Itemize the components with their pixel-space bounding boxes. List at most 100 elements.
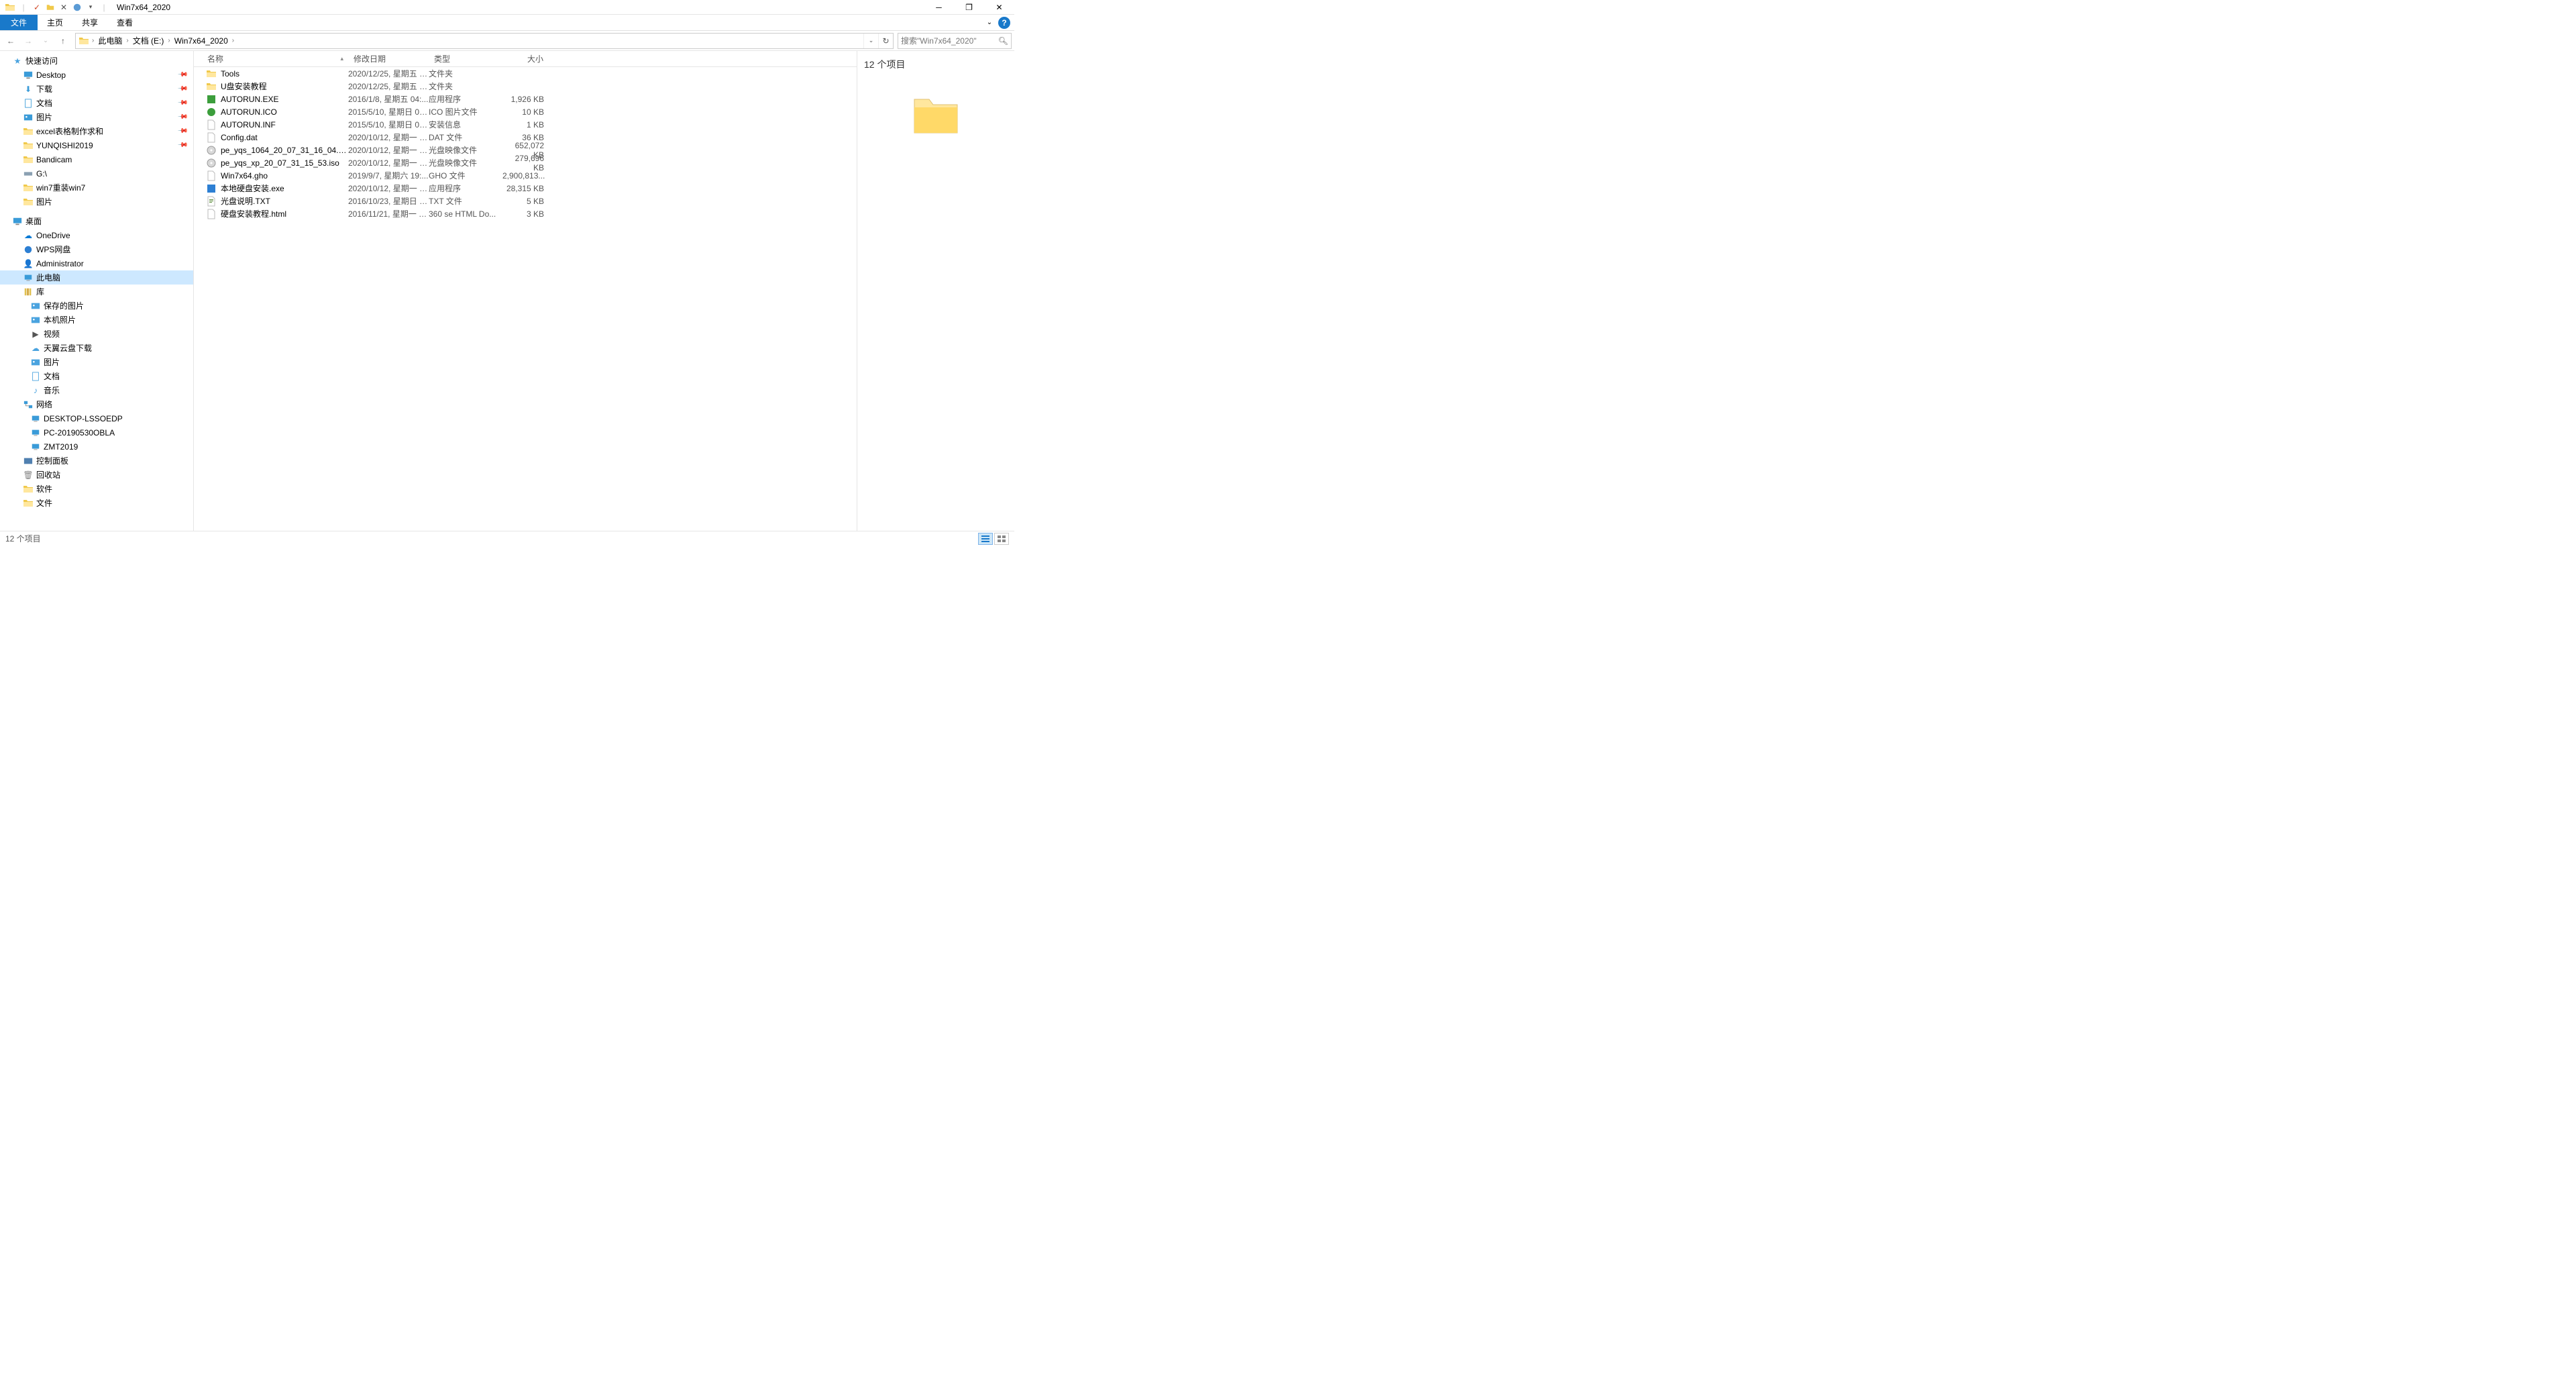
chevron-right-icon[interactable]: › [231,37,235,44]
file-name: 光盘说明.TXT [221,195,348,207]
tree-item[interactable]: 控制面板 [0,454,193,468]
tree-item-label: Desktop [36,70,66,80]
title-bar: | ✓ ✕ ▾ | Win7x64_2020 ─ ❐ ✕ [0,0,1014,15]
pc-icon [30,427,41,438]
tree-item-label: Administrator [36,259,84,268]
file-icon [206,196,217,207]
chevron-right-icon[interactable]: › [166,37,171,44]
folder-icon [4,1,16,13]
tree-item[interactable]: ★快速访问 [0,54,193,68]
tab-share[interactable]: 共享 [72,15,107,30]
help-button[interactable]: ? [998,17,1010,29]
tree-item[interactable]: PC-20190530OBLA [0,425,193,440]
breadcrumb-segment[interactable]: 此电脑 [95,34,125,48]
search-icon[interactable]: 🔍︎ [998,36,1008,46]
tree-item[interactable]: 图片 [0,195,193,209]
column-headers: 名称▴ 修改日期 类型 大小 [194,51,857,67]
file-type: 文件夹 [429,81,502,92]
tree-item[interactable]: 库 [0,285,193,299]
tree-item[interactable]: 软件 [0,482,193,496]
column-date[interactable]: 修改日期 [348,51,429,66]
ribbon-expand-icon[interactable]: ⌄ [982,15,997,30]
tree-item[interactable]: ▶视频 [0,327,193,341]
tree-item[interactable]: 此电脑 [0,270,193,285]
folder-small-icon [44,1,56,13]
file-type: DAT 文件 [429,132,502,143]
view-large-button[interactable] [994,533,1009,545]
address-dropdown-icon[interactable]: ⌄ [863,34,878,48]
file-row[interactable]: Win7x64.gho2019/9/7, 星期六 19:...GHO 文件2,9… [194,169,857,182]
column-name[interactable]: 名称▴ [194,51,348,66]
lib-icon [23,287,34,297]
tree-item[interactable]: WPS网盘 [0,242,193,256]
file-icon [206,107,217,117]
tree-item[interactable]: 图片 [0,355,193,369]
file-type: TXT 文件 [429,195,502,207]
column-size[interactable]: 大小 [502,51,549,66]
file-row[interactable]: pe_yqs_xp_20_07_31_15_53.iso2020/10/12, … [194,156,857,169]
tree-item[interactable]: 桌面 [0,214,193,228]
tree-item[interactable]: Bandicam [0,152,193,166]
pc-icon [30,442,41,452]
tree-item[interactable]: 图片📌 [0,110,193,124]
refresh-button[interactable]: ↻ [878,34,893,48]
file-row[interactable]: U盘安装教程2020/12/25, 星期五 1...文件夹 [194,80,857,93]
qat-overflow-icon[interactable]: ▾ [85,1,97,13]
file-list[interactable]: 名称▴ 修改日期 类型 大小 Tools2020/12/25, 星期五 1...… [194,51,857,531]
tree-item[interactable]: DESKTOP-LSSOEDP [0,411,193,425]
tree-item[interactable]: ZMT2019 [0,440,193,454]
file-row[interactable]: AUTORUN.EXE2016/1/8, 星期五 04:...应用程序1,926… [194,93,857,105]
file-name: U盘安装教程 [221,81,348,92]
chevron-right-icon[interactable]: › [125,37,129,44]
file-row[interactable]: 本地硬盘安装.exe2020/10/12, 星期一 1...应用程序28,315… [194,182,857,195]
close-button[interactable]: ✕ [984,0,1014,15]
file-row[interactable]: Tools2020/12/25, 星期五 1...文件夹 [194,67,857,80]
tree-item[interactable]: ☁天翼云盘下载 [0,341,193,355]
column-type[interactable]: 类型 [429,51,502,66]
checkmark-icon[interactable]: ✓ [31,1,43,13]
tree-item[interactable]: 本机照片 [0,313,193,327]
up-button[interactable]: ↑ [55,33,71,49]
breadcrumb-segment[interactable]: 文档 (E:) [130,34,167,48]
tree-item-label: 天翼云盘下载 [44,342,92,354]
tree-item[interactable]: excel表格制作求和📌 [0,124,193,138]
tree-item[interactable]: 文件 [0,496,193,510]
tree-item[interactable]: YUNQISHI2019📌 [0,138,193,152]
minimize-button[interactable]: ─ [924,0,954,15]
tree-item[interactable]: ♪音乐 [0,383,193,397]
file-row[interactable]: 光盘说明.TXT2016/10/23, 星期日 0...TXT 文件5 KB [194,195,857,207]
file-icon [206,183,217,194]
search-input[interactable]: 搜索"Win7x64_2020" 🔍︎ [898,33,1012,49]
file-row[interactable]: AUTORUN.ICO2015/5/10, 星期日 02...ICO 图片文件1… [194,105,857,118]
forward-button[interactable]: → [20,33,36,49]
tree-item[interactable]: 🗑回收站 [0,468,193,482]
tree-item[interactable]: 👤Administrator [0,256,193,270]
close-qat-icon[interactable]: ✕ [58,1,70,13]
tab-file[interactable]: 文件 [0,15,38,30]
breadcrumb-segment[interactable]: Win7x64_2020 [172,34,231,48]
dropdown-qat-icon[interactable] [71,1,83,13]
tree-item[interactable]: 文档📌 [0,96,193,110]
tree-item[interactable]: 网络 [0,397,193,411]
tab-view[interactable]: 查看 [107,15,142,30]
file-size: 1 KB [502,120,549,130]
address-bar[interactable]: › 此电脑›文档 (E:)›Win7x64_2020› ⌄ ↻ [75,33,894,49]
tree-item[interactable]: 保存的图片 [0,299,193,313]
tree-item[interactable]: G:\ [0,166,193,181]
file-row[interactable]: AUTORUN.INF2015/5/10, 星期日 02...安装信息1 KB [194,118,857,131]
tree-item-label: excel表格制作求和 [36,125,103,137]
tree-item[interactable]: ⬇下载📌 [0,82,193,96]
tree-item[interactable]: ☁OneDrive [0,228,193,242]
file-row[interactable]: 硬盘安装教程.html2016/11/21, 星期一 2...360 se HT… [194,207,857,220]
pc-icon [23,272,34,283]
view-details-button[interactable] [978,533,993,545]
tree-item[interactable]: 文档 [0,369,193,383]
tree-item[interactable]: Desktop📌 [0,68,193,82]
maximize-button[interactable]: ❐ [954,0,984,15]
recent-dropdown[interactable]: ⌄ [38,33,54,49]
tab-home[interactable]: 主页 [38,15,72,30]
navigation-tree[interactable]: ★快速访问Desktop📌⬇下载📌文档📌图片📌excel表格制作求和📌YUNQI… [0,51,194,531]
back-button[interactable]: ← [3,33,19,49]
tree-item[interactable]: win7重装win7 [0,181,193,195]
chevron-right-icon[interactable]: › [91,37,95,44]
